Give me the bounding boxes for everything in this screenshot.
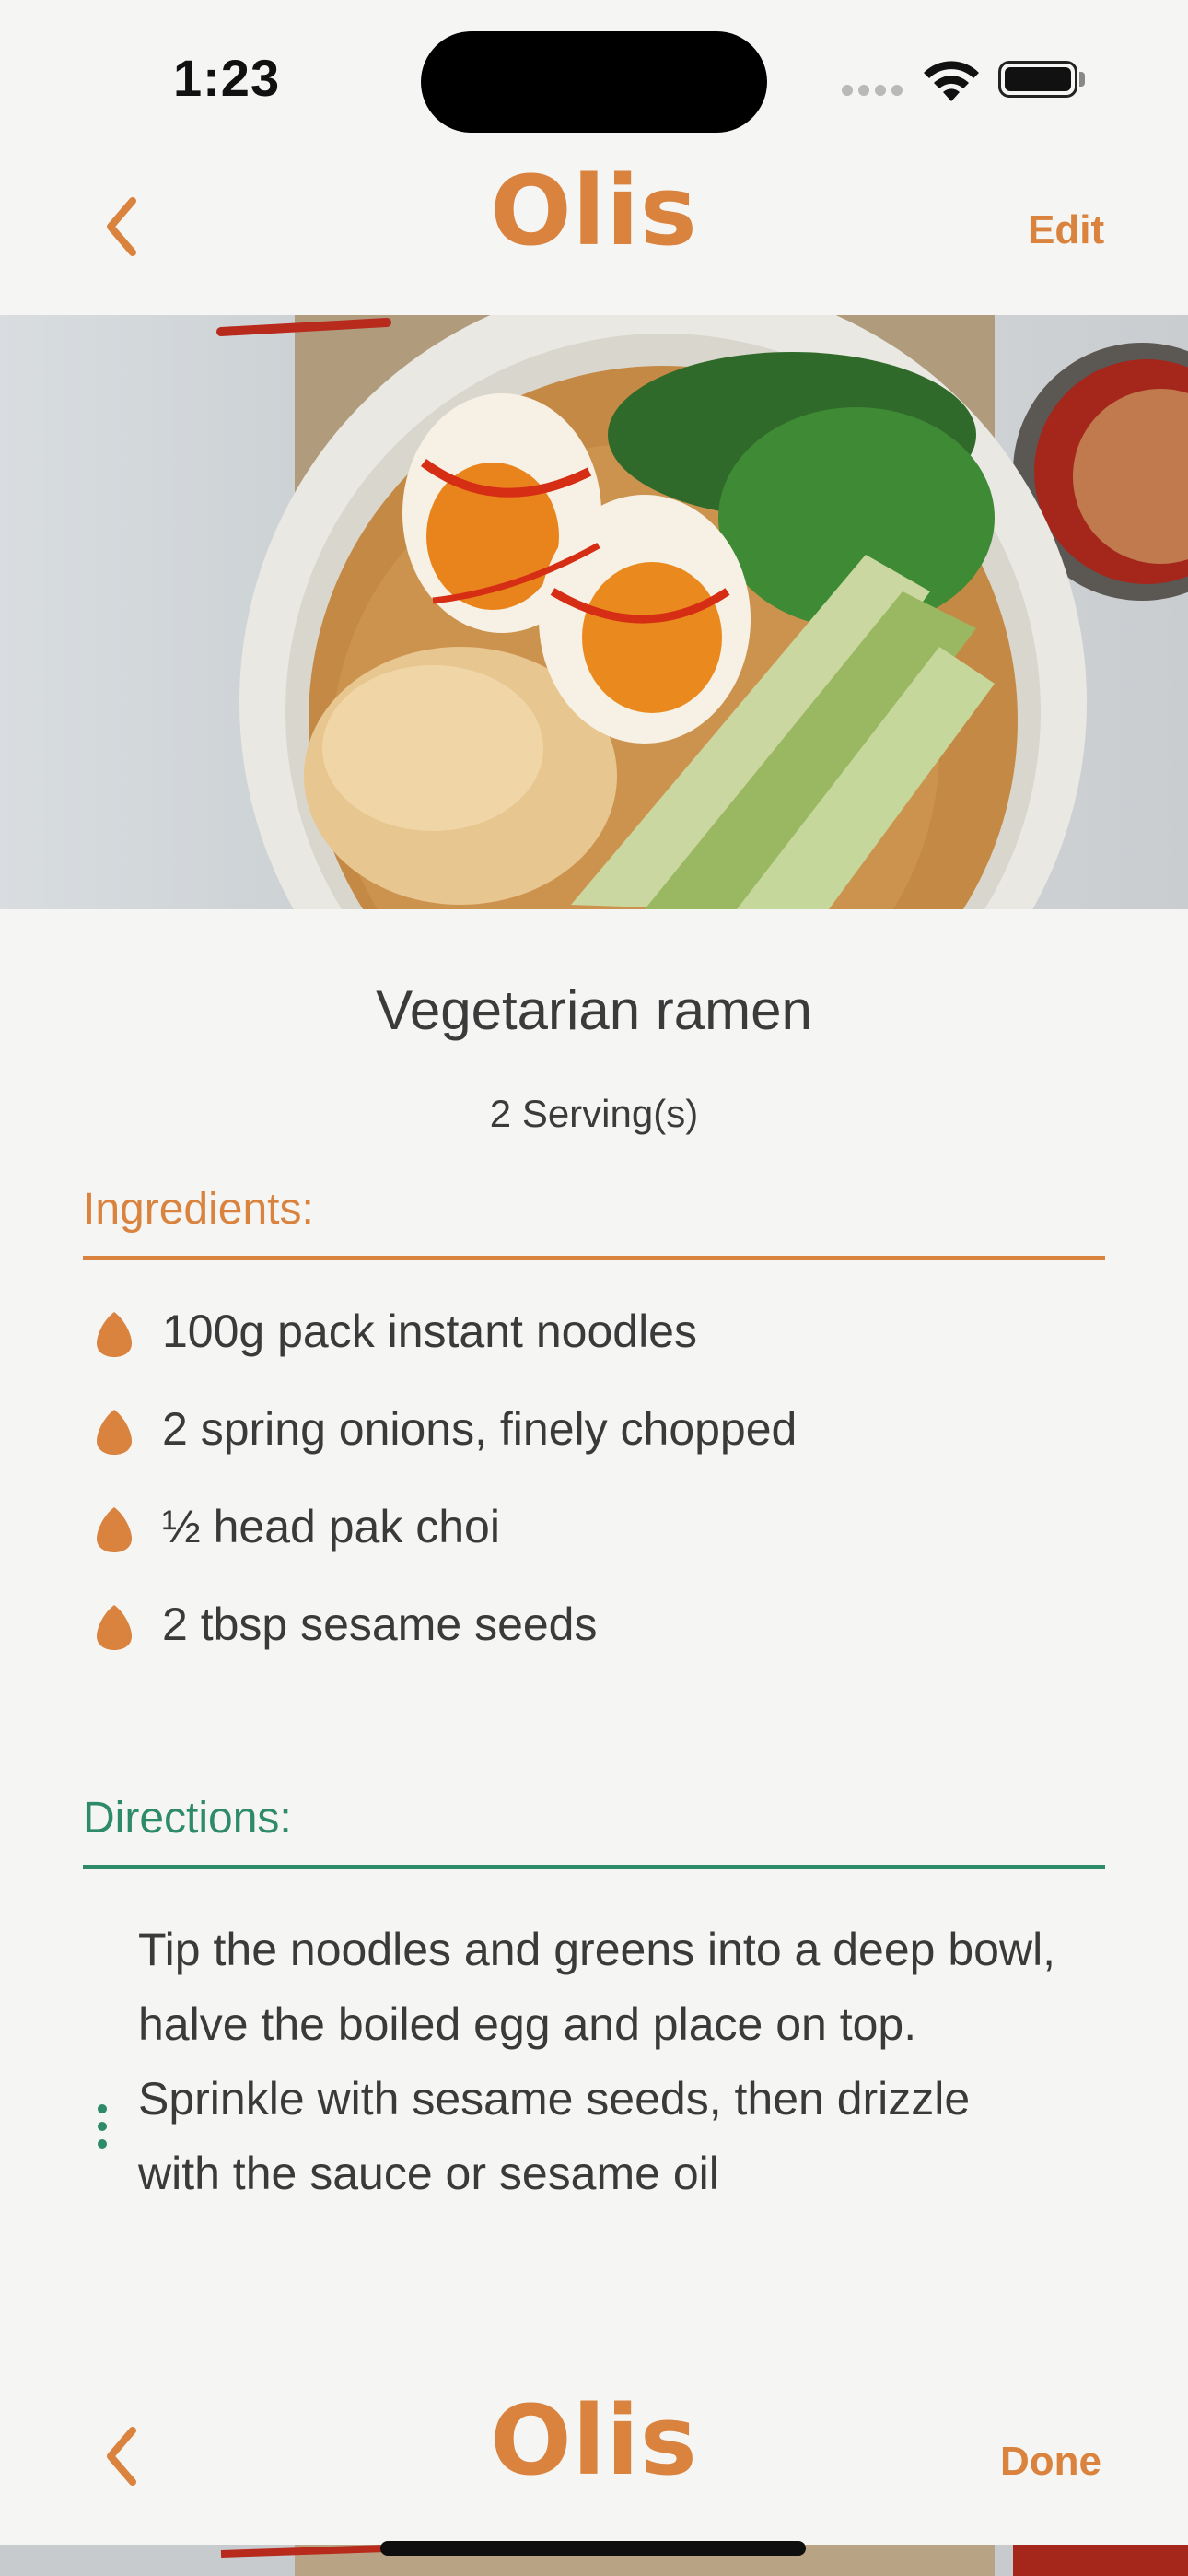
recipe-photo [0,315,1188,909]
ingredient-item: ½ head pak choi [92,1500,1105,1564]
ingredient-item: 100g pack instant noodles [92,1305,1105,1369]
home-indicator[interactable] [380,2541,806,2556]
ingredient-text: ½ head pak choi [162,1501,500,1552]
egg-bullet-icon [97,1507,132,1552]
scroll-fade [0,2202,1188,2276]
drag-handle-icon[interactable] [96,2104,109,2149]
ingredient-item: 2 tbsp sesame seeds [92,1598,1105,1662]
egg-bullet-icon [97,1605,132,1650]
ingredients-divider [83,1256,1105,1260]
dynamic-island [421,31,767,133]
ingredients-header: Ingredients: [83,1185,314,1234]
battery-nub [1079,72,1085,87]
edit-button[interactable]: Edit [1028,207,1104,253]
battery-icon [998,61,1077,98]
servings: 2 Serving(s) [0,1092,1188,1136]
egg-bullet-icon [97,1410,132,1455]
ingredient-item: 2 spring onions, finely chopped [92,1402,1105,1467]
ingredient-text: 100g pack instant noodles [162,1306,697,1357]
ingredient-text: 2 spring onions, finely chopped [162,1403,798,1455]
servings-label: Serving(s) [521,1092,699,1135]
servings-count: 2 [489,1092,512,1135]
nav-title: Olis [490,155,698,267]
directions-text: Tip the noodles and greens into a deep b… [138,1924,1056,2199]
cellular-signal-icon [842,85,904,98]
directions-header: Directions: [83,1794,292,1843]
wifi-icon [924,61,979,101]
status-time: 1:23 [173,49,281,107]
ingredient-text: 2 tbsp sesame seeds [162,1598,598,1650]
recipe-title: Vegetarian ramen [376,979,812,1041]
done-button[interactable]: Done [1000,2439,1101,2485]
directions-divider [83,1865,1105,1869]
egg-bullet-icon [97,1312,132,1357]
